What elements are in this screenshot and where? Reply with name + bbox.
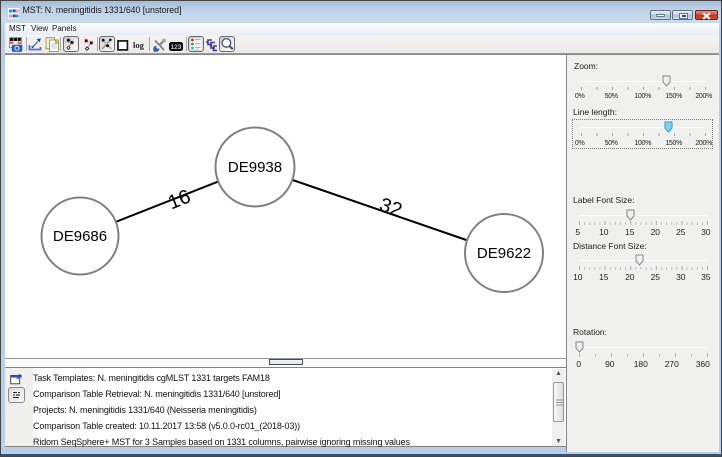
svg-text:DE9686: DE9686 — [53, 228, 107, 245]
svg-text:DE9938: DE9938 — [228, 159, 282, 176]
svg-text:DE9622: DE9622 — [477, 245, 531, 262]
svg-text:123: 123 — [171, 44, 182, 51]
svg-text:16: 16 — [165, 186, 194, 215]
